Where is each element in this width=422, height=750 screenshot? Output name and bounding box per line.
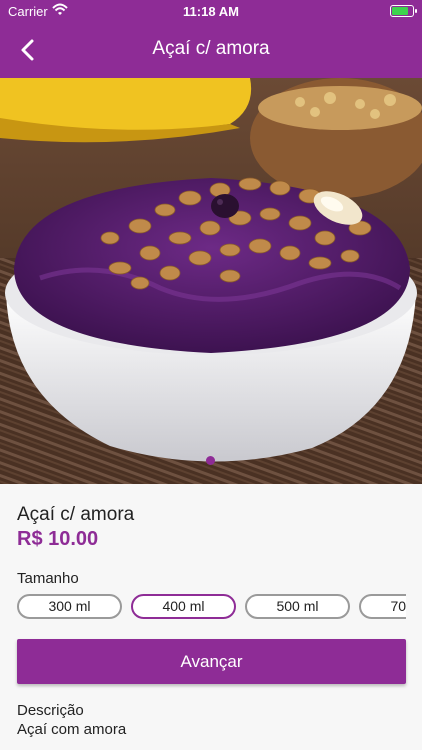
description-label: Descrição xyxy=(17,702,84,719)
description-text: Açaí com amora xyxy=(17,721,127,738)
battery-level xyxy=(392,7,408,15)
product-name: Açaí c/ amora xyxy=(17,504,135,525)
status-bar: Carrier 11:18 AM xyxy=(0,0,422,22)
product-details: Açaí c/ amora R$ 10.00 Tamanho 300 ml 400… xyxy=(0,484,422,750)
advance-button[interactable]: Avançar xyxy=(17,639,406,684)
nav-bar: Açaí c/ amora xyxy=(0,22,422,78)
size-options: 300 ml 400 ml 500 ml 700 ml xyxy=(17,594,406,620)
size-option-400ml[interactable]: 400 ml xyxy=(131,594,236,619)
size-option-500ml[interactable]: 500 ml xyxy=(245,594,350,619)
status-time: 11:18 AM xyxy=(183,4,239,19)
battery-icon xyxy=(390,5,417,17)
product-price: R$ 10.00 xyxy=(17,528,99,550)
product-image[interactable] xyxy=(0,78,422,484)
page-title: Açaí c/ amora xyxy=(152,38,270,59)
size-option-700ml[interactable]: 700 ml xyxy=(359,594,406,619)
size-label: Tamanho xyxy=(17,570,79,587)
size-option-300ml[interactable]: 300 ml xyxy=(17,594,122,619)
page-indicator-dot xyxy=(206,456,215,465)
